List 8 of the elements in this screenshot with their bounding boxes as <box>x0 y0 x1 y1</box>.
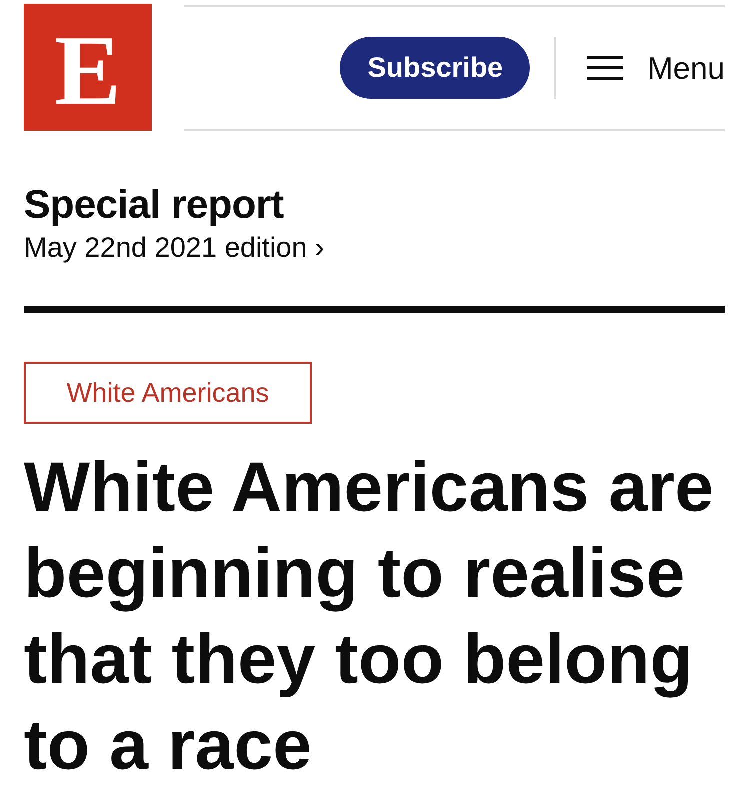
headline: White Americans are beginning to realise that they too belong to a race <box>24 447 715 786</box>
edition-link[interactable]: May 22nd 2021 edition › <box>24 231 324 265</box>
topic-tag[interactable]: White Americans <box>24 362 312 424</box>
menu-icon <box>587 55 624 81</box>
section-title: Special report <box>24 182 284 229</box>
subscribe-button[interactable]: Subscribe <box>340 37 530 99</box>
menu-button[interactable]: Menu <box>587 52 725 84</box>
logo-link[interactable]: E <box>24 4 152 131</box>
